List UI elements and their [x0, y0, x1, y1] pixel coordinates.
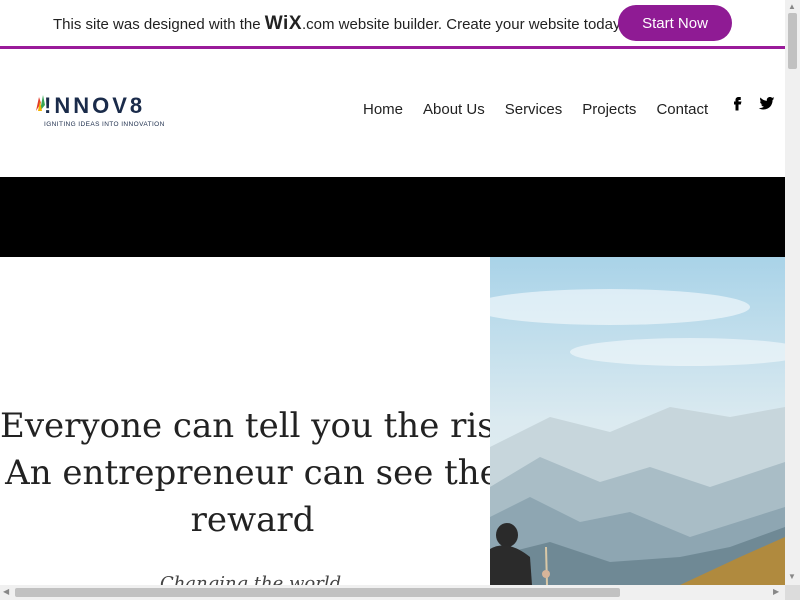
site-header: !NNOV8 IGNITING IDEAS INTO INNOVATION Ho… [0, 49, 785, 177]
nav-contact[interactable]: Contact [656, 101, 708, 118]
quote-line-1: Everyone can tell you the risk. [0, 406, 490, 446]
hero-text-panel: Everyone can tell you the risk. An entre… [0, 257, 490, 585]
main-nav: Home About Us Services Projects Contact [363, 101, 708, 118]
vertical-scroll-thumb[interactable] [788, 13, 797, 69]
scrollbar-corner [785, 585, 800, 600]
quote-line-2: An entrepreneur can see the [5, 453, 490, 493]
wix-logo[interactable]: WiX [265, 13, 302, 34]
horizontal-scrollbar[interactable]: ◀ ▶ [0, 585, 785, 600]
banner-text-after: .com website builder. Create your websit… [302, 16, 624, 33]
nav-projects[interactable]: Projects [582, 101, 636, 118]
scroll-left-arrow-icon[interactable]: ◀ [3, 587, 9, 597]
scroll-down-arrow-icon[interactable]: ▼ [788, 572, 796, 582]
hero-quote: Everyone can tell you the risk. An entre… [0, 403, 490, 544]
logo-text: !NNOV8 [44, 93, 146, 118]
hero-subquote: Changing the world [160, 573, 342, 585]
hero-mountain-image [490, 257, 785, 585]
black-strip [0, 177, 785, 257]
nav-services[interactable]: Services [505, 101, 563, 118]
nav-about-us[interactable]: About Us [423, 101, 485, 118]
nav-home[interactable]: Home [363, 101, 403, 118]
wix-banner-text: This site was designed with the WiX.com … [53, 13, 624, 35]
horizontal-scroll-thumb[interactable] [15, 588, 620, 597]
scroll-right-arrow-icon[interactable]: ▶ [773, 587, 779, 597]
scroll-up-arrow-icon[interactable]: ▲ [788, 2, 796, 12]
wix-banner: This site was designed with the WiX.com … [0, 0, 785, 49]
site-logo[interactable]: !NNOV8 IGNITING IDEAS INTO INNOVATION [34, 93, 164, 133]
vertical-scrollbar[interactable]: ▲ ▼ [785, 0, 800, 585]
twitter-icon[interactable] [758, 94, 776, 112]
logo-tagline: IGNITING IDEAS INTO INNOVATION [44, 121, 165, 128]
facebook-icon[interactable] [728, 94, 746, 112]
quote-line-3: reward [190, 500, 315, 540]
start-now-button[interactable]: Start Now [618, 5, 732, 41]
banner-text-before: This site was designed with the [53, 16, 265, 33]
